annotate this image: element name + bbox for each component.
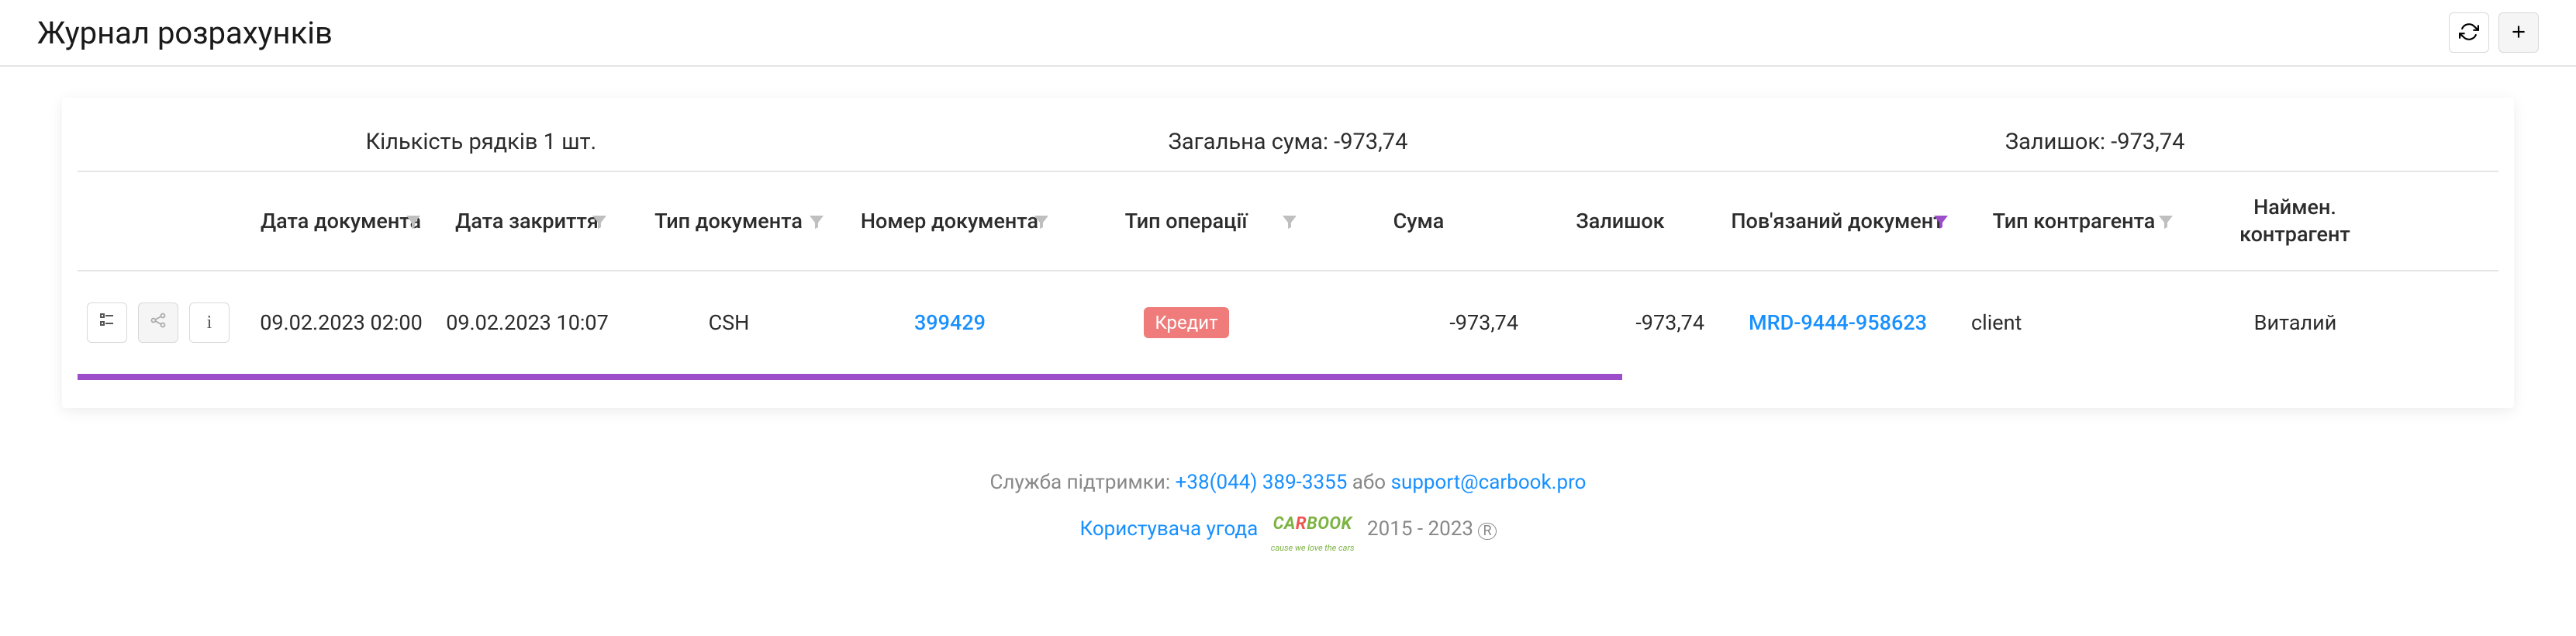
th-label: Наймен. контрагент: [2196, 194, 2394, 248]
refresh-button[interactable]: [2449, 12, 2489, 53]
th-doc-type: Тип документа: [620, 172, 837, 270]
th-label: Залишок: [1576, 208, 1664, 235]
td-doc-num: 399429: [837, 310, 1062, 335]
td-ca-type: client: [1962, 310, 2187, 335]
refresh-icon: [2459, 22, 2479, 44]
th-ca-name: Наймен. контрагент: [2187, 172, 2404, 270]
th-close-date: Дата закриття: [434, 172, 620, 270]
tree-icon: [149, 311, 167, 335]
scroll-progress-bar[interactable]: [78, 374, 1622, 380]
support-phone-link[interactable]: +38(044) 389-3355: [1176, 471, 1348, 494]
th-actions: [78, 172, 248, 270]
credit-badge: Кредит: [1144, 307, 1228, 338]
row-info-button[interactable]: i: [189, 302, 230, 343]
summary-rows-count: Кількість рядків 1 шт.: [78, 129, 885, 155]
th-ca-type: Тип контрагента: [1962, 172, 2187, 270]
td-close-date: 09.02.2023 10:07: [434, 310, 620, 335]
td-related-doc: MRD-9444-958623: [1714, 310, 1962, 335]
brand-tagline: cause we love the cars: [1271, 540, 1355, 557]
filter-icon[interactable]: [807, 212, 826, 230]
th-label: Тип документа: [654, 208, 803, 235]
row-tree-button[interactable]: [138, 302, 178, 343]
th-op-type: Тип операції: [1062, 172, 1310, 270]
table-header: Дата документа Дата закриття Тип докумен…: [78, 172, 2498, 271]
th-label: Тип операції: [1125, 208, 1248, 235]
summary-balance: Залишок: -973,74: [1691, 129, 2498, 155]
th-sum: Сума: [1310, 172, 1528, 270]
filter-icon[interactable]: [2156, 212, 2175, 230]
info-icon: i: [207, 313, 212, 334]
brand-logo: CARBOOK cause we love the cars: [1271, 503, 1355, 557]
th-label: Тип контрагента: [1993, 208, 2156, 235]
filter-icon[interactable]: [404, 212, 423, 230]
table-body: i 09.02.2023 02:00 09.02.2023 10:07 CSH …: [78, 271, 2498, 374]
th-doc-date: Дата документа: [248, 172, 434, 270]
doc-num-link[interactable]: 399429: [914, 310, 986, 335]
add-button[interactable]: [2498, 12, 2539, 53]
td-doc-type: CSH: [620, 310, 837, 335]
td-sum: -973,74: [1310, 310, 1528, 335]
filter-icon[interactable]: [590, 212, 609, 230]
td-balance: -973,74: [1528, 310, 1714, 335]
registered-icon: R: [1478, 523, 1496, 540]
th-balance: Залишок: [1528, 172, 1714, 270]
th-doc-num: Номер документа: [837, 172, 1062, 270]
carbook-logo-icon: CARBOOK: [1273, 514, 1352, 534]
th-label: Номер документа: [861, 208, 1038, 235]
header-actions: [2449, 12, 2539, 53]
td-op-type: Кредит: [1062, 307, 1310, 338]
summary-total-sum: Загальна сума: -973,74: [885, 129, 1692, 155]
support-email-link[interactable]: support@carbook.pro: [1391, 471, 1587, 494]
td-actions: i: [78, 302, 248, 343]
table: Дата документа Дата закриття Тип докумен…: [78, 172, 2498, 374]
row-detail-button[interactable]: [87, 302, 127, 343]
document-detail-icon: [98, 311, 116, 335]
content-card: Кількість рядків 1 шт. Загальна сума: -9…: [62, 98, 2514, 408]
table-row: i 09.02.2023 02:00 09.02.2023 10:07 CSH …: [78, 271, 2498, 374]
support-label: Служба підтримки:: [989, 471, 1175, 494]
footer: Служба підтримки: +38(044) 389-3355 або …: [0, 462, 2576, 557]
filter-icon[interactable]: [1032, 212, 1051, 230]
td-ca-name: Виталий: [2187, 310, 2404, 335]
th-label: Дата закриття: [455, 208, 599, 235]
plus-icon: [2509, 22, 2529, 44]
page-title: Журнал розрахунків: [37, 15, 333, 51]
or-text: або: [1352, 471, 1391, 494]
years-text: 2015 - 2023: [1367, 517, 1478, 541]
th-label: Дата документа: [261, 208, 421, 235]
th-label: Сума: [1393, 208, 1445, 235]
th-label: Пов'язаний документ: [1731, 208, 1943, 235]
filter-icon[interactable]: [1280, 212, 1299, 230]
filter-icon[interactable]: [1932, 212, 1950, 230]
td-doc-date: 09.02.2023 02:00: [248, 310, 434, 335]
summary-row: Кількість рядків 1 шт. Загальна сума: -9…: [78, 98, 2498, 172]
related-doc-link[interactable]: MRD-9444-958623: [1749, 310, 1927, 335]
user-agreement-link[interactable]: Користувача угода: [1079, 517, 1258, 541]
th-related-doc: Пов'язаний документ: [1714, 172, 1962, 270]
